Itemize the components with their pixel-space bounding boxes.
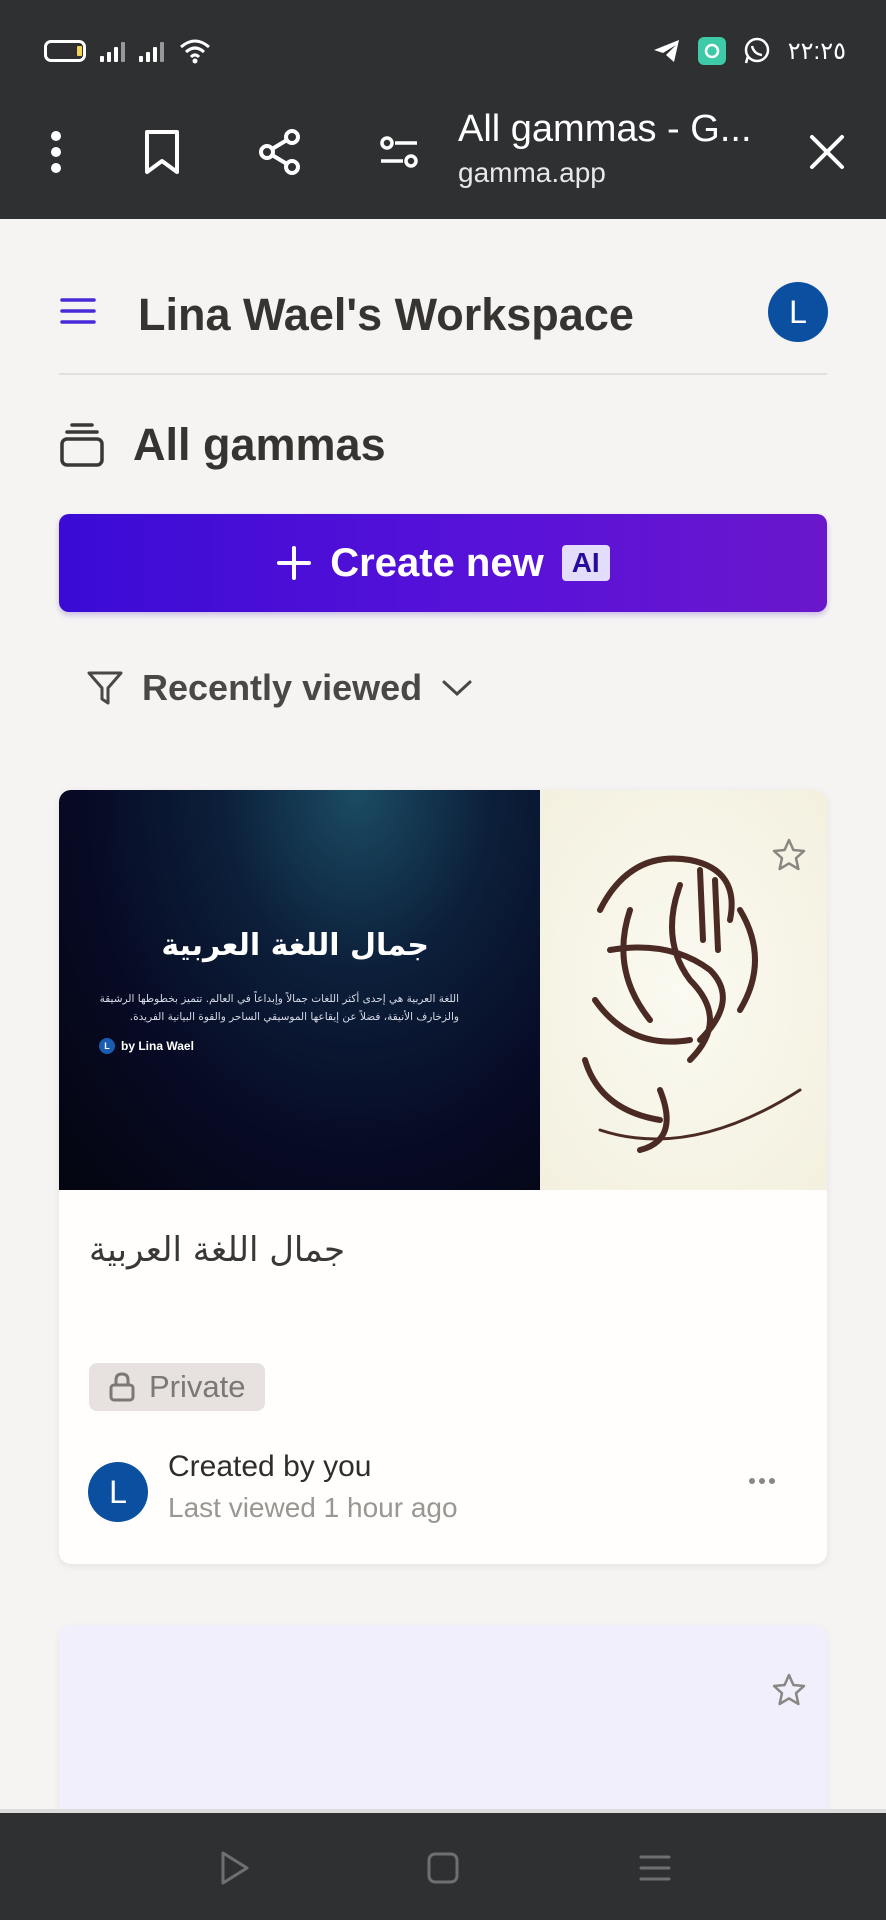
thumbnail-slide: جمال اللغة العربية اللغة العربية هي إحدى… bbox=[59, 790, 540, 1190]
create-new-label: Create new bbox=[330, 540, 544, 585]
status-time: ٢٢:٢٥ bbox=[787, 37, 846, 65]
telegram-icon bbox=[653, 40, 679, 62]
app-notification-icon bbox=[697, 37, 726, 65]
settings-sliders-icon[interactable] bbox=[369, 122, 429, 182]
page-title: All gammas - G... bbox=[458, 108, 752, 150]
lock-icon bbox=[109, 1372, 135, 1402]
section-header: All gammas bbox=[59, 419, 386, 471]
page-content: Lina Wael's Workspace L All gammas Creat… bbox=[0, 219, 886, 1809]
browser-title-block[interactable]: All gammas - G... gamma.app bbox=[458, 108, 778, 189]
thumbnail-title: جمال اللغة العربية bbox=[161, 928, 429, 963]
more-vert-icon[interactable] bbox=[26, 122, 86, 182]
card-title[interactable]: جمال اللغة العربية bbox=[89, 1230, 345, 1270]
sort-filter-dropdown[interactable]: Recently viewed bbox=[86, 667, 474, 709]
private-badge: Private bbox=[89, 1363, 266, 1411]
mini-avatar: L bbox=[99, 1038, 115, 1054]
wifi-icon bbox=[180, 39, 210, 64]
whatsapp-icon bbox=[744, 37, 770, 64]
status-bar: ٢٢:٢٥ bbox=[0, 0, 886, 100]
gamma-card[interactable]: جمال اللغة العربية اللغة العربية هي إحدى… bbox=[59, 790, 827, 1564]
thumbnail-description: اللغة العربية هي إحدى أكثر اللغات جمالاً… bbox=[99, 993, 459, 1023]
back-triangle-icon[interactable] bbox=[208, 1843, 258, 1893]
signal-icon bbox=[100, 40, 125, 62]
more-horizontal-icon[interactable] bbox=[749, 1478, 775, 1484]
page-domain: gamma.app bbox=[458, 157, 606, 188]
plus-icon bbox=[277, 546, 312, 580]
system-navigation-bar bbox=[0, 1809, 886, 1920]
signal-icon bbox=[139, 40, 164, 62]
card-thumbnail[interactable]: جمال اللغة العربية اللغة العربية هي إحدى… bbox=[59, 790, 827, 1190]
status-left bbox=[44, 38, 212, 64]
creator-avatar: L bbox=[88, 1462, 148, 1522]
last-viewed-text: Last viewed 1 hour ago bbox=[168, 1492, 458, 1523]
bookmark-icon[interactable] bbox=[132, 122, 192, 182]
star-icon[interactable] bbox=[771, 837, 807, 873]
created-by-text: Created by you bbox=[168, 1450, 372, 1483]
browser-toolbar: All gammas - G... gamma.app bbox=[0, 100, 886, 219]
workspace-header: Lina Wael's Workspace L bbox=[59, 219, 828, 375]
section-title: All gammas bbox=[133, 419, 386, 470]
filter-label: Recently viewed bbox=[142, 667, 423, 708]
gamma-card-second[interactable] bbox=[59, 1625, 827, 1809]
stack-icon bbox=[60, 423, 104, 467]
hamburger-menu-icon[interactable] bbox=[59, 294, 99, 328]
star-icon[interactable] bbox=[771, 1672, 807, 1708]
close-icon[interactable] bbox=[797, 122, 857, 182]
user-avatar[interactable]: L bbox=[768, 282, 828, 342]
workspace-title[interactable]: Lina Wael's Workspace bbox=[138, 289, 634, 341]
battery-icon bbox=[44, 40, 86, 62]
create-new-button[interactable]: Create new AI bbox=[59, 514, 827, 612]
ai-badge: AI bbox=[561, 545, 610, 581]
thumbnail-byline: L by Lina Wael bbox=[99, 1038, 194, 1054]
recents-menu-icon[interactable] bbox=[630, 1843, 680, 1893]
chevron-down-icon bbox=[442, 680, 472, 697]
private-label: Private bbox=[149, 1369, 246, 1404]
share-icon[interactable] bbox=[250, 122, 310, 182]
byline-text: by Lina Wael bbox=[121, 1039, 194, 1053]
filter-icon bbox=[87, 671, 123, 705]
status-right: ٢٢:٢٥ bbox=[652, 36, 846, 66]
home-square-icon[interactable] bbox=[418, 1843, 468, 1893]
